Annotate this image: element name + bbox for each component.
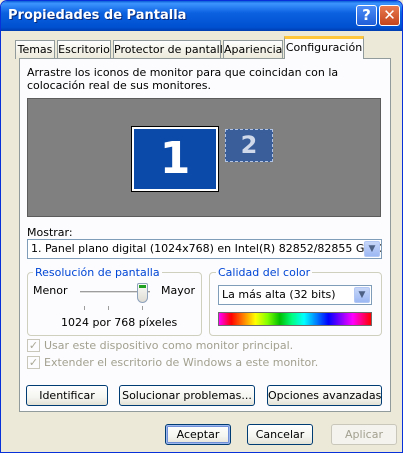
display-label: Mostrar:	[27, 226, 73, 239]
chevron-down-icon[interactable]: ▼	[364, 241, 380, 257]
monitor-1-label: 1	[134, 129, 216, 189]
close-icon: ✕	[383, 6, 396, 24]
monitor-1-icon[interactable]: 1	[131, 126, 219, 192]
apply-button[interactable]: Aplicar	[331, 424, 397, 445]
extend-desktop-checkbox[interactable]: ✓	[27, 356, 40, 369]
tab-apariencia[interactable]: Apariencia	[223, 40, 283, 59]
title-bar[interactable]: Propiedades de Pantalla ? ✕	[1, 1, 402, 31]
extend-desktop-label: Extender el escritorio de Windows a este…	[44, 356, 319, 369]
display-properties-window: Propiedades de Pantalla ? ✕ Temas Escrit…	[0, 0, 403, 453]
troubleshoot-button[interactable]: Solucionar problemas...	[119, 385, 255, 406]
tab-label: Temas	[17, 43, 53, 56]
monitor-arrangement-area[interactable]: 1 2	[27, 98, 381, 217]
cancel-button[interactable]: Cancelar	[247, 424, 313, 445]
display-select-value: 1. Panel plano digital (1024x768) en Int…	[31, 242, 382, 255]
close-button[interactable]: ✕	[379, 5, 400, 26]
tab-label: Configuración	[285, 41, 363, 54]
resolution-less-label: Menor	[33, 284, 68, 297]
resolution-value: 1024 por 768 píxeles	[61, 316, 178, 329]
color-quality-select[interactable]: La más alta (32 bits) ▼	[218, 285, 372, 305]
window-title: Propiedades de Pantalla	[8, 8, 187, 23]
primary-monitor-label: Usar este dispositivo como monitor princ…	[44, 339, 294, 352]
color-quality-group-title: Calidad del color	[216, 266, 313, 279]
tab-label: Escritorio	[58, 43, 110, 56]
monitor-2-icon[interactable]: 2	[225, 129, 273, 162]
instructions-text: Arrastre los iconos de monitor para que …	[27, 66, 339, 92]
slider-tick	[108, 306, 109, 310]
primary-monitor-checkbox[interactable]: ✓	[27, 339, 40, 352]
slider-tick	[84, 306, 85, 310]
color-spectrum-bar	[218, 312, 372, 326]
resolution-slider-thumb[interactable]	[137, 283, 148, 303]
advanced-options-button[interactable]: Opciones avanzadas	[267, 385, 382, 406]
chevron-down-icon[interactable]: ▼	[354, 287, 370, 303]
ok-button[interactable]: Aceptar	[165, 424, 231, 445]
tab-protector-de-pantalla[interactable]: Protector de pantalla	[113, 40, 230, 59]
tab-label: Apariencia	[224, 43, 283, 56]
tab-label: Protector de pantalla	[114, 43, 230, 56]
identify-button[interactable]: Identificar	[26, 385, 108, 406]
color-quality-select-value: La más alta (32 bits)	[222, 288, 336, 301]
slider-tick	[142, 306, 143, 310]
help-icon: ?	[362, 6, 371, 24]
display-select[interactable]: 1. Panel plano digital (1024x768) en Int…	[27, 239, 382, 259]
resolution-more-label: Mayor	[161, 284, 195, 297]
help-button[interactable]: ?	[356, 5, 377, 26]
tab-escritorio[interactable]: Escritorio	[57, 40, 111, 59]
tab-configuracion[interactable]: Configuración	[284, 36, 364, 59]
tab-temas[interactable]: Temas	[15, 40, 55, 59]
resolution-group-title: Resolución de pantalla	[33, 266, 162, 279]
